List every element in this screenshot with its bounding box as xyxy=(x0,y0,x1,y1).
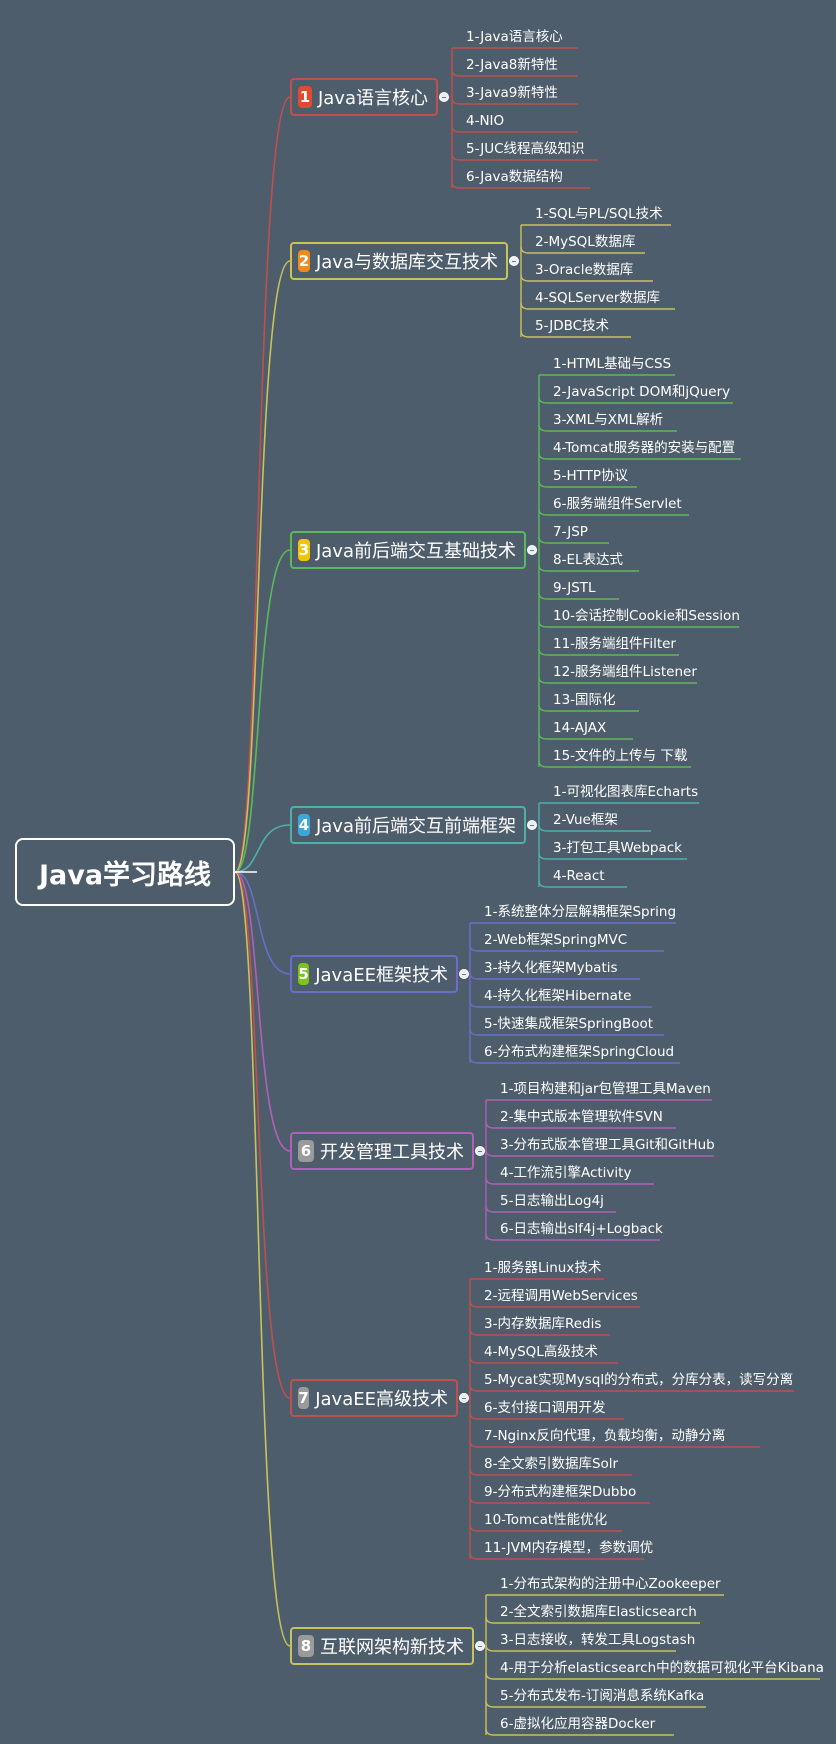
branch-label: Java语言核心 xyxy=(317,88,428,109)
priority-4-icon: 4 xyxy=(298,814,310,836)
leaf-topic[interactable]: 1-项目构建和jar包管理工具Maven xyxy=(500,1080,711,1098)
connector-branch-7 xyxy=(234,871,291,1399)
leaf-topic[interactable]: 4-NIO xyxy=(466,112,504,130)
leaf-topic[interactable]: 10-会话控制Cookie和Session xyxy=(553,607,740,625)
leaf-topic[interactable]: 1-HTML基础与CSS xyxy=(553,355,671,373)
leaf-topic[interactable]: 7-Nginx反向代理，负载均衡，动静分离 xyxy=(484,1427,725,1445)
priority-7-icon: 7 xyxy=(298,1387,310,1409)
leaf-topic[interactable]: 3-XML与XML解析 xyxy=(553,411,663,429)
branch-node-1[interactable]: 1 Java语言核心 xyxy=(290,78,438,116)
leaf-topic[interactable]: 6-虚拟化应用容器Docker xyxy=(500,1715,655,1733)
branch-label: 互联网架构新技术 xyxy=(320,1637,464,1658)
branch-label: Java前后端交互前端框架 xyxy=(315,816,516,837)
leaf-topic[interactable]: 2-Java8新特性 xyxy=(466,56,558,74)
leaf-topic[interactable]: 12-服务端组件Listener xyxy=(553,663,697,681)
leaf-topic[interactable]: 8-EL表达式 xyxy=(553,551,623,569)
collapse-toggle-icon[interactable] xyxy=(459,969,469,979)
leaf-topic[interactable]: 5-HTTP协议 xyxy=(553,467,628,485)
collapse-toggle-icon[interactable] xyxy=(459,1393,469,1403)
leaf-topic[interactable]: 3-打包工具Webpack xyxy=(553,839,682,857)
branch-node-5[interactable]: 5 JavaEE框架技术 xyxy=(290,955,458,993)
leaf-topic[interactable]: 6-Java数据结构 xyxy=(466,168,563,186)
leaf-topic[interactable]: 1-SQL与PL/SQL技术 xyxy=(535,205,663,223)
branch-label: JavaEE高级技术 xyxy=(315,1389,448,1410)
leaf-topic[interactable]: 6-服务端组件Servlet xyxy=(553,495,682,513)
branch-label: Java与数据库交互技术 xyxy=(315,252,498,273)
connector-branch-3 xyxy=(234,549,291,873)
leaf-topic[interactable]: 1-服务器Linux技术 xyxy=(484,1259,601,1277)
leaf-topic[interactable]: 10-Tomcat性能优化 xyxy=(484,1511,607,1529)
leaf-topic[interactable]: 2-MySQL数据库 xyxy=(535,233,635,251)
leaf-topic[interactable]: 5-分布式发布-订阅消息系统Kafka xyxy=(500,1687,704,1705)
collapse-toggle-icon[interactable] xyxy=(509,256,519,266)
collapse-toggle-icon[interactable] xyxy=(439,92,449,102)
leaf-topic[interactable]: 2-全文索引数据库Elasticsearch xyxy=(500,1603,697,1621)
branch-node-4[interactable]: 4 Java前后端交互前端框架 xyxy=(290,806,526,844)
leaf-topic[interactable]: 4-用于分析elasticsearch中的数据可视化平台Kibana xyxy=(500,1659,824,1677)
leaf-topic[interactable]: 3-内存数据库Redis xyxy=(484,1315,601,1333)
collapse-toggle-icon[interactable] xyxy=(527,820,537,830)
priority-1-icon: 1 xyxy=(298,86,312,108)
priority-2-icon: 2 xyxy=(298,250,310,272)
leaf-topic[interactable]: 2-Web框架SpringMVC xyxy=(484,931,627,949)
leaf-topic[interactable]: 4-持久化框架Hibernate xyxy=(484,987,631,1005)
priority-5-icon: 5 xyxy=(298,963,310,985)
leaf-topic[interactable]: 4-SQLServer数据库 xyxy=(535,289,660,307)
leaf-topic[interactable]: 5-日志输出Log4j xyxy=(500,1192,604,1210)
root-node[interactable]: Java学习路线 xyxy=(15,838,235,906)
collapse-toggle-icon[interactable] xyxy=(527,545,537,555)
leaf-topic[interactable]: 6-分布式构建框架SpringCloud xyxy=(484,1043,674,1061)
branch-node-6[interactable]: 6 开发管理工具技术 xyxy=(290,1132,474,1170)
branch-label: 开发管理工具技术 xyxy=(320,1142,464,1163)
leaf-topic[interactable]: 5-Mycat实现Mysql的分布式，分库分表，读写分离 xyxy=(484,1371,793,1389)
branch-node-3[interactable]: 3 Java前后端交互基础技术 xyxy=(290,531,526,569)
leaf-topic[interactable]: 3-持久化框架Mybatis xyxy=(484,959,618,977)
leaf-topic[interactable]: 3-分布式版本管理工具Git和GitHub xyxy=(500,1136,715,1154)
leaf-topic[interactable]: 1-可视化图表库Echarts xyxy=(553,783,698,801)
collapse-toggle-icon[interactable] xyxy=(475,1641,485,1651)
leaf-topic[interactable]: 15-文件的上传与 下载 xyxy=(553,747,687,765)
priority-6-icon: 6 xyxy=(298,1140,314,1162)
connector-branch-5 xyxy=(234,871,291,975)
leaf-topic[interactable]: 1-分布式架构的注册中心Zookeeper xyxy=(500,1575,721,1593)
connector-branch-8 xyxy=(234,871,291,1647)
priority-8-icon: 8 xyxy=(298,1635,314,1657)
leaf-topic[interactable]: 1-系统整体分层解耦框架Spring xyxy=(484,903,676,921)
leaf-topic[interactable]: 3-Oracle数据库 xyxy=(535,261,633,279)
leaf-topic[interactable]: 4-工作流引擎Activity xyxy=(500,1164,631,1182)
leaf-topic[interactable]: 5-JDBC技术 xyxy=(535,317,609,335)
leaf-topic[interactable]: 3-日志接收，转发工具Logstash xyxy=(500,1631,695,1649)
leaf-topic[interactable]: 2-Vue框架 xyxy=(553,811,618,829)
leaf-topic[interactable]: 8-全文索引数据库Solr xyxy=(484,1455,618,1473)
leaf-topic[interactable]: 4-MySQL高级技术 xyxy=(484,1343,598,1361)
leaf-topic[interactable]: 2-远程调用WebServices xyxy=(484,1287,638,1305)
leaf-topic[interactable]: 13-国际化 xyxy=(553,691,616,709)
leaf-topic[interactable]: 11-服务端组件Filter xyxy=(553,635,676,653)
branch-label: JavaEE框架技术 xyxy=(315,965,448,986)
leaf-topic[interactable]: 1-Java语言核心 xyxy=(466,28,563,46)
leaf-topic[interactable]: 9-JSTL xyxy=(553,579,596,597)
leaf-topic[interactable]: 7-JSP xyxy=(553,523,588,541)
branch-node-8[interactable]: 8 互联网架构新技术 xyxy=(290,1627,474,1665)
leaf-topic[interactable]: 5-JUC线程高级知识 xyxy=(466,140,585,158)
leaf-topic[interactable]: 2-JavaScript DOM和jQuery xyxy=(553,383,730,401)
collapse-toggle-icon[interactable] xyxy=(475,1146,485,1156)
leaf-topic[interactable]: 9-分布式构建框架Dubbo xyxy=(484,1483,636,1501)
leaf-topic[interactable]: 4-React xyxy=(553,867,605,885)
branch-node-2[interactable]: 2 Java与数据库交互技术 xyxy=(290,242,508,280)
leaf-topic[interactable]: 5-快速集成框架SpringBoot xyxy=(484,1015,653,1033)
leaf-topic[interactable]: 6-支付接口调用开发 xyxy=(484,1399,605,1417)
leaf-topic[interactable]: 3-Java9新特性 xyxy=(466,84,558,102)
connector-branch-6 xyxy=(234,871,291,1152)
leaf-topic[interactable]: 2-集中式版本管理软件SVN xyxy=(500,1108,663,1126)
branch-node-7[interactable]: 7 JavaEE高级技术 xyxy=(290,1379,458,1417)
leaf-topic[interactable]: 11-JVM内存模型，参数调优 xyxy=(484,1539,653,1557)
priority-3-icon: 3 xyxy=(298,539,310,561)
leaf-topic[interactable]: 4-Tomcat服务器的安装与配置 xyxy=(553,439,735,457)
leaf-topic[interactable]: 6-日志输出slf4j+Logback xyxy=(500,1220,663,1238)
branch-label: Java前后端交互基础技术 xyxy=(315,541,516,562)
leaf-topic[interactable]: 14-AJAX xyxy=(553,719,606,737)
connector-branch-2 xyxy=(234,260,291,873)
